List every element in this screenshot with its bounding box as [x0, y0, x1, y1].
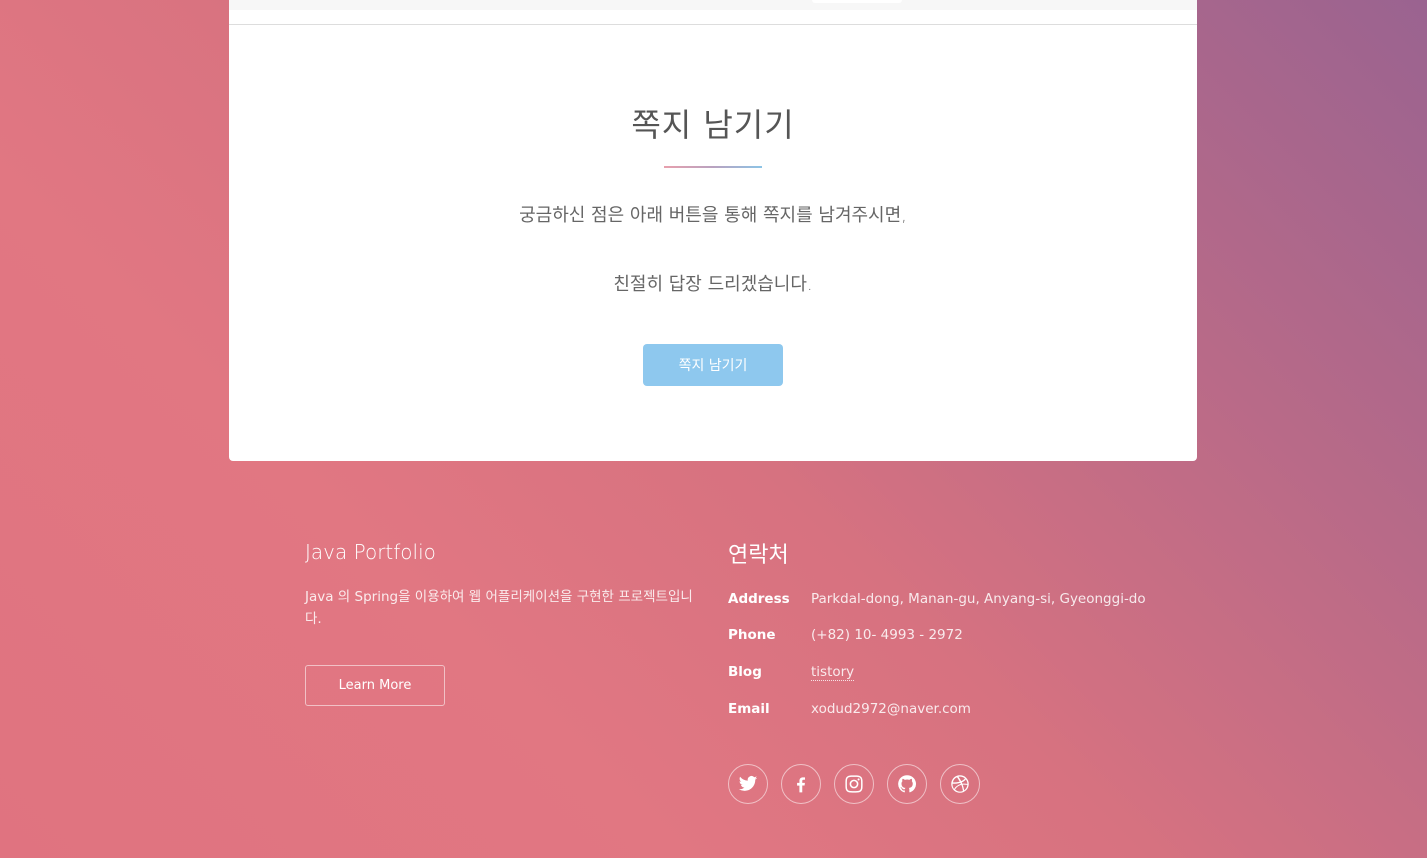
learn-more-button[interactable]: Learn More [305, 665, 445, 706]
top-bar-tab [812, 0, 902, 3]
card-top-bar [229, 0, 1197, 10]
contact-label: Email [728, 701, 770, 717]
contact-row-phone: Phone (+82) 10- 4993 - 2972 [728, 627, 1188, 643]
footer-about: Java Portfolio Java 의 Spring을 이용하여 웹 어플리… [305, 540, 705, 706]
github-icon [898, 775, 917, 793]
dribbble-icon [951, 775, 969, 793]
contact-row-address: Address Parkdal-dong, Manan-gu, Anyang-s… [728, 591, 1188, 607]
footer-about-title: Java Portfolio [305, 540, 436, 564]
message-card: 쪽지 남기기 궁금하신 점은 아래 버튼을 통해 쪽지를 남겨주시면, 친절히 … [229, 0, 1197, 461]
facebook-link[interactable] [781, 764, 821, 804]
contact-label: Phone [728, 627, 776, 643]
contact-row-blog: Blog tistory [728, 664, 1188, 681]
phone-value: (+82) 10- 4993 - 2972 [811, 627, 963, 643]
twitter-link[interactable] [728, 764, 768, 804]
description-line-1: 궁금하신 점은 아래 버튼을 통해 쪽지를 남겨주시면, [519, 205, 907, 226]
twitter-icon [738, 776, 758, 791]
social-links [728, 764, 980, 804]
footer-about-description: Java 의 Spring을 이용하여 웹 어플리케이션을 구현한 프로젝트입니… [305, 589, 693, 627]
address-value: Parkdal-dong, Manan-gu, Anyang-si, Gyeon… [811, 591, 1146, 607]
description-line-2: 친절히 답장 드리겠습니다. [613, 274, 813, 295]
footer-contact: 연락처 Address Parkdal-dong, Manan-gu, Anya… [728, 537, 1188, 717]
contact-label: Blog [728, 664, 762, 680]
github-link[interactable] [887, 764, 927, 804]
email-value: xodud2972@naver.com [811, 701, 971, 717]
contact-title: 연락처 [728, 543, 789, 568]
dribbble-link[interactable] [940, 764, 980, 804]
blog-link[interactable]: tistory [811, 664, 855, 681]
instagram-link[interactable] [834, 764, 874, 804]
section-title: 쪽지 남기기 [631, 106, 795, 144]
facebook-icon [797, 777, 805, 793]
contact-row-email: Email xodud2972@naver.com [728, 701, 1188, 717]
title-underline [664, 166, 762, 168]
instagram-icon [845, 775, 863, 793]
divider [229, 24, 1197, 25]
contact-label: Address [728, 591, 790, 607]
leave-message-button[interactable]: 쪽지 남기기 [643, 344, 783, 386]
